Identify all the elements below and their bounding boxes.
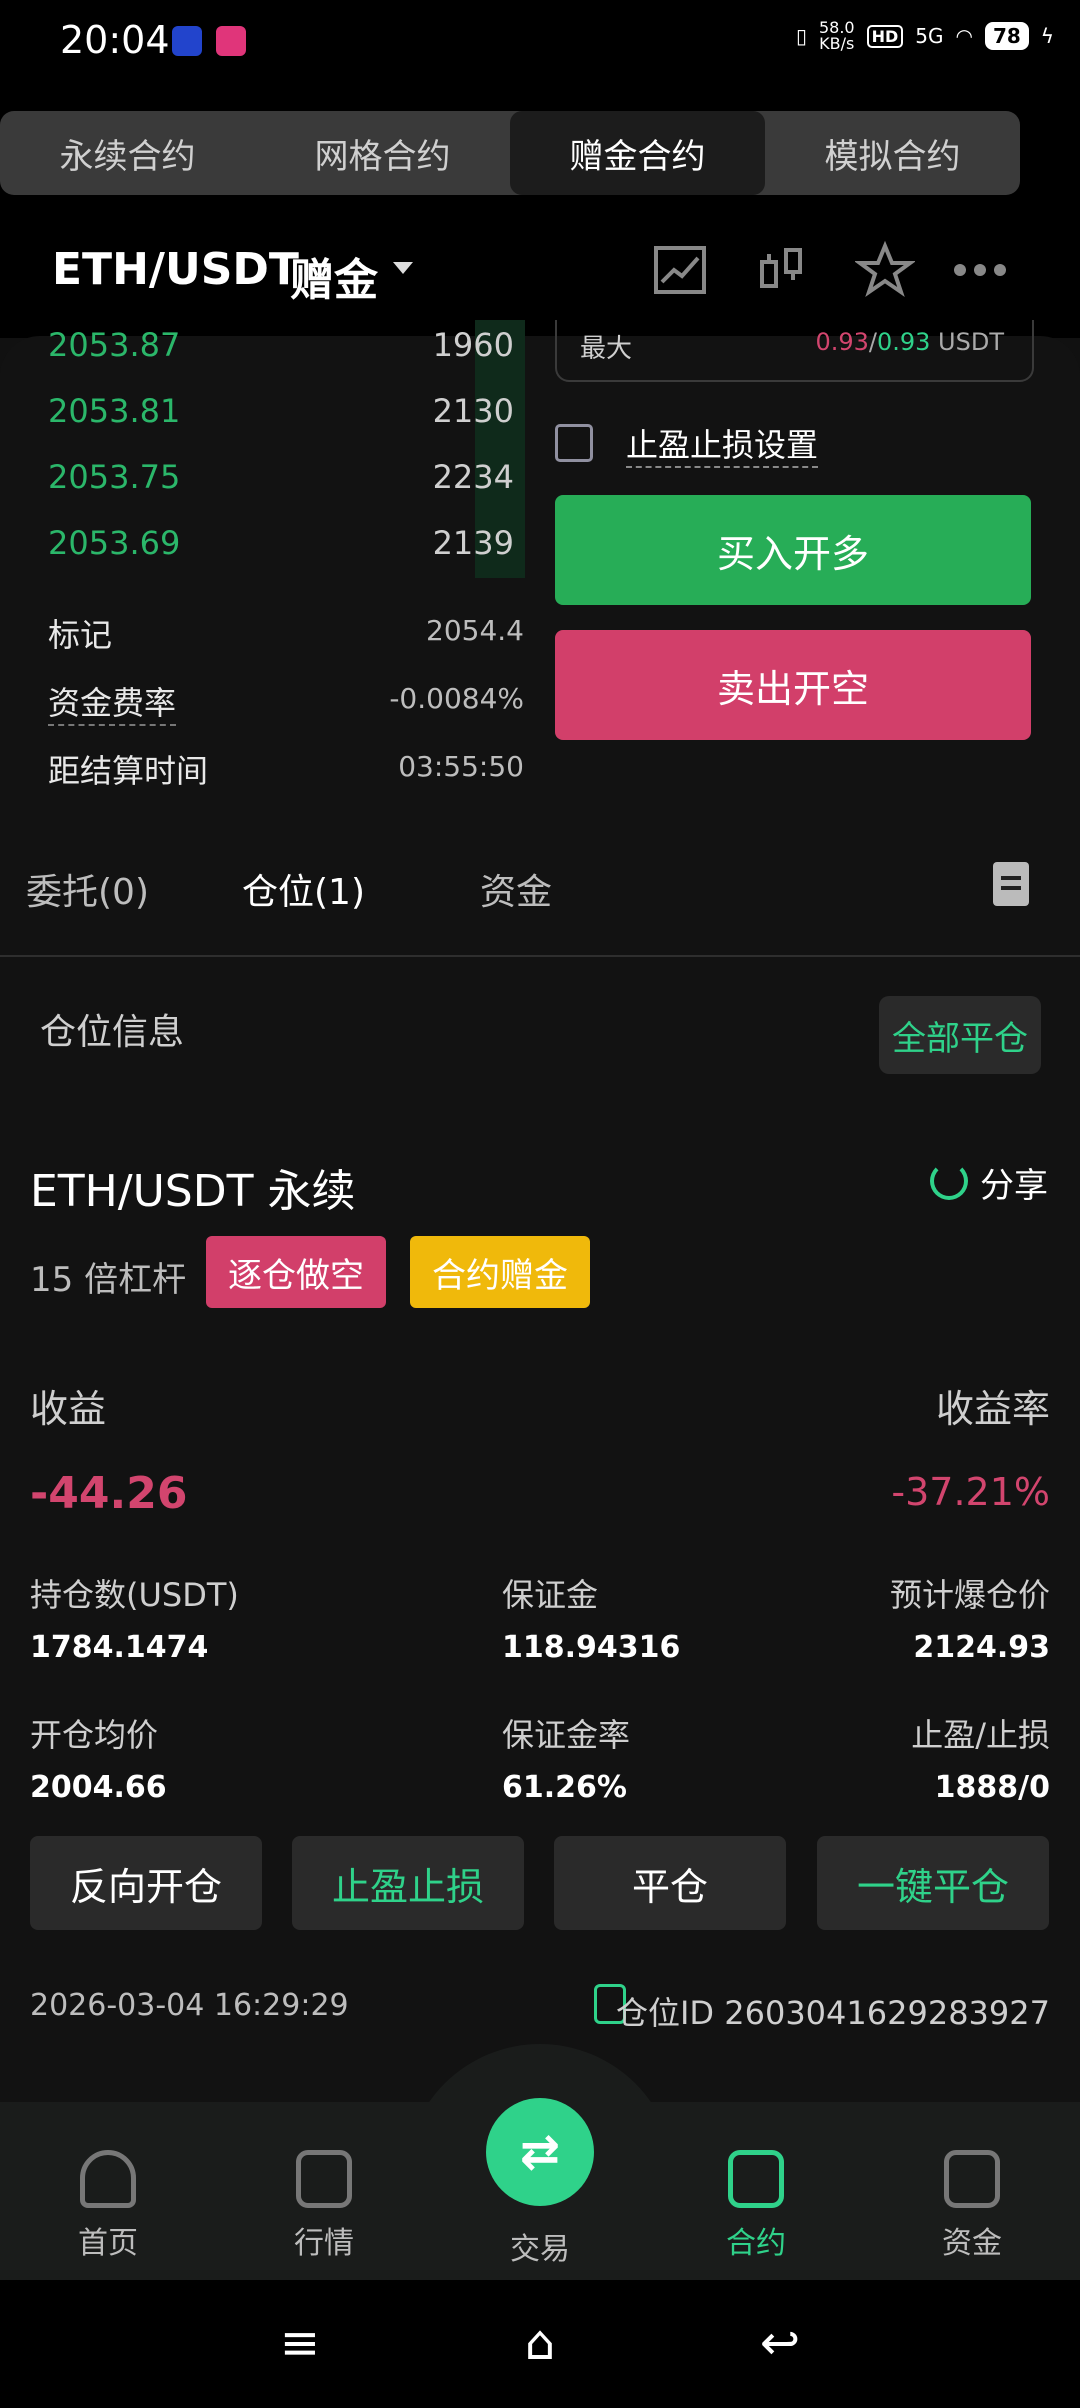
position-title: ETH/USDT 永续: [30, 1166, 356, 1217]
margin-rate-value: 61.26%: [502, 1770, 627, 1805]
battery-icon: 78: [984, 22, 1029, 50]
tab-positions[interactable]: 仓位(1): [242, 863, 365, 915]
chevron-down-icon[interactable]: [393, 262, 413, 274]
orderbook-qty: 2234: [432, 458, 514, 496]
tab-perpetual[interactable]: 永续合约: [0, 111, 255, 195]
mark-value: 2054.4: [426, 614, 524, 647]
candlestick-icon[interactable]: [752, 240, 812, 300]
vibrate-icon: ▯: [795, 24, 807, 48]
signal-icon: 5G: [915, 24, 944, 48]
divider: [0, 955, 1080, 957]
app-notification-icon: [216, 26, 246, 56]
entry-price-label: 开仓均价: [30, 1716, 159, 1754]
pnl-label: 收益: [30, 1387, 107, 1431]
tpsl-value: 1888/0: [934, 1770, 1050, 1805]
app-notification-icon: [172, 26, 202, 56]
nav-home[interactable]: 首页: [38, 2150, 178, 2262]
more-icon[interactable]: [950, 240, 1010, 300]
wallet-icon: [944, 2150, 1000, 2208]
margin-value: 118.94316: [502, 1630, 681, 1665]
back-icon[interactable]: ↩: [750, 2318, 810, 2368]
max-value: 0.93/0.93 USDT: [815, 328, 1004, 356]
settle-time-label: 距结算时间: [48, 752, 209, 790]
home-icon: [80, 2150, 136, 2208]
tab-bonus[interactable]: 赠金合约: [510, 111, 765, 195]
size-label: 持仓数(USDT): [30, 1576, 239, 1614]
quick-close-button[interactable]: 一键平仓: [817, 1836, 1049, 1930]
orderbook-qty: 1960: [432, 326, 514, 364]
funding-rate-label[interactable]: 资金费率: [48, 678, 177, 726]
document-icon[interactable]: [993, 862, 1029, 906]
entry-price-value: 2004.66: [30, 1770, 167, 1805]
market-icon: [296, 2150, 352, 2208]
trade-icon[interactable]: ⇄: [486, 2098, 594, 2206]
buy-long-button[interactable]: 买入开多: [555, 495, 1031, 605]
mark-label: 标记: [48, 616, 113, 654]
nav-assets[interactable]: 资金: [902, 2150, 1042, 2262]
orderbook-qty: 2139: [432, 524, 514, 562]
contract-icon: [728, 2150, 784, 2208]
charging-icon: ϟ: [1040, 24, 1054, 48]
wifi-icon: ◠: [955, 24, 973, 48]
settle-time-value: 03:55:50: [398, 750, 524, 783]
sell-short-button[interactable]: 卖出开空: [555, 630, 1031, 740]
tpsl-button[interactable]: 止盈止损: [292, 1836, 524, 1930]
pair-tag[interactable]: 赠金: [290, 244, 378, 308]
star-icon[interactable]: [855, 240, 915, 300]
tpsl-label: 止盈/止损: [911, 1716, 1050, 1754]
tab-demo[interactable]: 模拟合约: [765, 111, 1020, 195]
menu-icon[interactable]: ≡: [270, 2318, 330, 2368]
pnl-rate-label: 收益率: [935, 1387, 1050, 1431]
orderbook-price[interactable]: 2053.75: [48, 458, 180, 496]
isolated-short-badge: 逐仓做空: [206, 1236, 386, 1308]
margin-rate-label: 保证金率: [502, 1716, 631, 1754]
contract-bonus-badge: 合约赠金: [410, 1236, 590, 1308]
tab-funds[interactable]: 资金: [480, 863, 552, 915]
position-id: 仓位ID 2603041629283927: [615, 1994, 1050, 2032]
orderbook-qty: 2130: [432, 392, 514, 430]
orderbook-price[interactable]: 2053.87: [48, 326, 180, 364]
share-icon[interactable]: [930, 1162, 968, 1200]
tab-orders[interactable]: 委托(0): [26, 863, 149, 915]
liquidation-label: 预计爆仓价: [889, 1576, 1050, 1614]
tab-grid[interactable]: 网格合约: [255, 111, 510, 195]
chart-line-icon[interactable]: [650, 240, 710, 300]
reverse-open-button[interactable]: 反向开仓: [30, 1836, 262, 1930]
orderbook-price[interactable]: 2053.81: [48, 392, 180, 430]
liquidation-value: 2124.93: [913, 1630, 1050, 1665]
margin-label: 保证金: [502, 1576, 599, 1614]
close-all-button[interactable]: 全部平仓: [879, 996, 1041, 1074]
nav-market[interactable]: 行情: [254, 2150, 394, 2262]
leverage-label: 15 倍杠杆: [30, 1260, 187, 1300]
pair-selector[interactable]: ETH/USDT: [52, 244, 299, 295]
tpsl-checkbox[interactable]: [555, 424, 593, 462]
nav-contract[interactable]: 合约: [686, 2150, 826, 2262]
pnl-rate-value: -37.21%: [891, 1470, 1050, 1514]
orderbook-price[interactable]: 2053.69: [48, 524, 180, 562]
close-position-button[interactable]: 平仓: [554, 1836, 786, 1930]
position-time: 2026-03-04 16:29:29: [30, 1988, 349, 2023]
home-system-icon[interactable]: ⌂: [510, 2318, 570, 2368]
max-label: 最大: [580, 334, 633, 364]
contract-tabs: 永续合约 网格合约 赠金合约 模拟合约: [0, 111, 1020, 195]
hd-icon: HD: [866, 24, 904, 48]
nav-trade-label[interactable]: 交易: [486, 2224, 594, 2268]
tpsl-settings-label[interactable]: 止盈止损设置: [626, 420, 819, 468]
status-icons: ▯ 58.0 KB/s HD 5G ◠ 78 ϟ: [796, 20, 1054, 52]
size-value: 1784.1474: [30, 1630, 209, 1665]
funding-rate-value: -0.0084%: [389, 682, 524, 715]
status-time: 20:04: [60, 18, 170, 62]
position-section-title: 仓位信息: [40, 1012, 185, 1053]
network-speed: 58.0 KB/s: [818, 18, 855, 53]
pnl-value: -44.26: [30, 1468, 188, 1519]
share-button[interactable]: 分享: [980, 1158, 1048, 1207]
